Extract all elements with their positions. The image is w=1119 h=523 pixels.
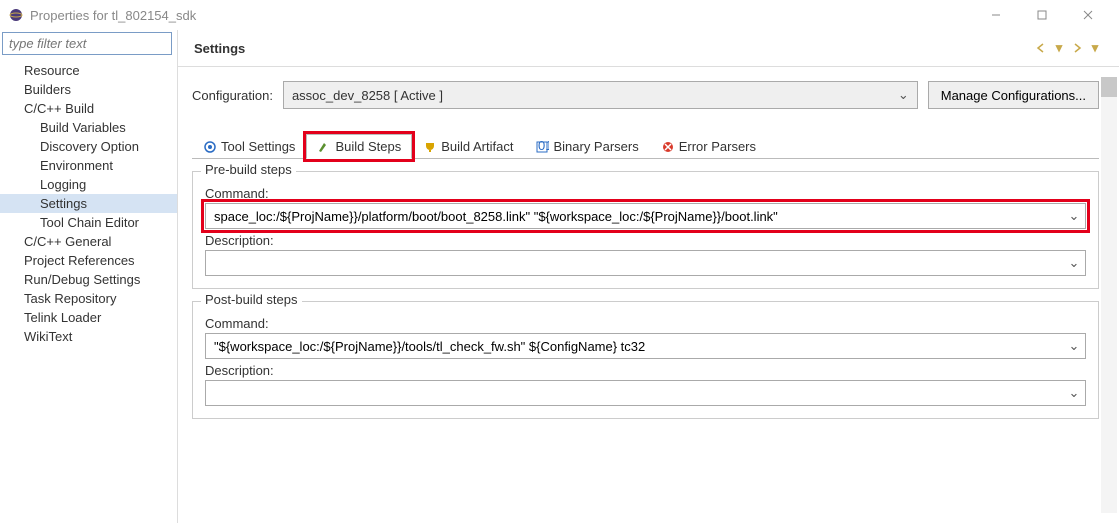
config-select[interactable]: assoc_dev_8258 [ Active ] ⌄ [283, 81, 918, 109]
tree-item-resource[interactable]: Resource [0, 61, 177, 80]
chevron-down-icon: ⌄ [1063, 338, 1085, 354]
scroll-area: Configuration: assoc_dev_8258 [ Active ]… [178, 67, 1119, 523]
chevron-down-icon: ⌄ [1063, 208, 1085, 224]
forward-icon[interactable] [1069, 40, 1085, 56]
tab-label: Build Steps [335, 139, 401, 154]
tree-item-task-repository[interactable]: Task Repository [0, 289, 177, 308]
postbuild-legend: Post-build steps [201, 292, 302, 307]
prebuild-description-label: Description: [205, 233, 1086, 248]
chevron-down-icon: ⌄ [1063, 255, 1085, 271]
tree-item-c-c-build[interactable]: C/C++ Build [0, 99, 177, 118]
tree-item-c-c-general[interactable]: C/C++ General [0, 232, 177, 251]
tab-build-artifact[interactable]: Build Artifact [412, 134, 524, 159]
prebuild-command-field[interactable]: ⌄ [205, 203, 1086, 229]
tree-item-telink-loader[interactable]: Telink Loader [0, 308, 177, 327]
tree-item-run-debug-settings[interactable]: Run/Debug Settings [0, 270, 177, 289]
config-row: Configuration: assoc_dev_8258 [ Active ]… [192, 81, 1099, 109]
postbuild-description-field[interactable]: ⌄ [205, 380, 1086, 406]
window-controls [973, 0, 1111, 30]
postbuild-command-input[interactable] [206, 336, 1063, 357]
postbuild-command-field[interactable]: ⌄ [205, 333, 1086, 359]
config-value: assoc_dev_8258 [ Active ] [292, 88, 898, 103]
tree-item-logging[interactable]: Logging [0, 175, 177, 194]
tree-item-settings[interactable]: Settings [0, 194, 177, 213]
content-area: Settings ▾ ▾ Configuration: assoc_dev_82… [178, 30, 1119, 523]
forward-dropdown-icon[interactable]: ▾ [1087, 40, 1103, 56]
tab-label: Error Parsers [679, 139, 756, 154]
prebuild-command-input[interactable] [206, 206, 1063, 227]
back-icon[interactable] [1033, 40, 1049, 56]
tabs: Tool Settings Build Steps Build Artifact 01… [192, 133, 1099, 159]
postbuild-description-input[interactable] [206, 383, 1063, 404]
svg-text:01: 01 [538, 140, 549, 153]
maximize-button[interactable] [1019, 0, 1065, 30]
scrollbar-thumb[interactable] [1101, 77, 1117, 97]
tab-build-steps[interactable]: Build Steps [306, 134, 412, 159]
tab-binary-parsers[interactable]: 01 Binary Parsers [524, 134, 649, 159]
titlebar: Properties for tl_802154_sdk [0, 0, 1119, 30]
eclipse-icon [8, 7, 24, 23]
tree-item-tool-chain-editor[interactable]: Tool Chain Editor [0, 213, 177, 232]
prebuild-command-label: Command: [205, 186, 1086, 201]
minimize-button[interactable] [973, 0, 1019, 30]
tree-item-environment[interactable]: Environment [0, 156, 177, 175]
tab-tool-settings[interactable]: Tool Settings [192, 134, 306, 159]
page-title: Settings [194, 41, 245, 56]
window-title: Properties for tl_802154_sdk [30, 8, 973, 23]
scrollbar-track[interactable] [1101, 77, 1117, 513]
build-steps-icon [317, 140, 331, 154]
tree-item-builders[interactable]: Builders [0, 80, 177, 99]
prebuild-description-input[interactable] [206, 253, 1063, 274]
prebuild-legend: Pre-build steps [201, 162, 296, 177]
config-label: Configuration: [192, 88, 273, 103]
error-icon [661, 140, 675, 154]
trophy-icon [423, 140, 437, 154]
tree-item-project-references[interactable]: Project References [0, 251, 177, 270]
back-dropdown-icon[interactable]: ▾ [1051, 40, 1067, 56]
chevron-down-icon: ⌄ [898, 87, 909, 103]
tab-label: Binary Parsers [553, 139, 638, 154]
tree-item-wikitext[interactable]: WikiText [0, 327, 177, 346]
manage-configurations-button[interactable]: Manage Configurations... [928, 81, 1099, 109]
sidebar: ResourceBuildersC/C++ BuildBuild Variabl… [0, 30, 178, 523]
postbuild-description-label: Description: [205, 363, 1086, 378]
binary-icon: 01 [535, 140, 549, 154]
nav-history: ▾ ▾ [1033, 40, 1103, 56]
tree-item-build-variables[interactable]: Build Variables [0, 118, 177, 137]
tab-label: Build Artifact [441, 139, 513, 154]
filter-input[interactable] [2, 32, 172, 55]
tab-error-parsers[interactable]: Error Parsers [650, 134, 767, 159]
postbuild-group: Post-build steps Command: ⌄ Description:… [192, 301, 1099, 419]
tool-settings-icon [203, 140, 217, 154]
chevron-down-icon: ⌄ [1063, 385, 1085, 401]
tab-label: Tool Settings [221, 139, 295, 154]
prebuild-description-field[interactable]: ⌄ [205, 250, 1086, 276]
close-button[interactable] [1065, 0, 1111, 30]
page-header: Settings ▾ ▾ [178, 30, 1119, 67]
tree: ResourceBuildersC/C++ BuildBuild Variabl… [0, 57, 177, 350]
prebuild-group: Pre-build steps Command: ⌄ Description: … [192, 171, 1099, 289]
tree-item-discovery-option[interactable]: Discovery Option [0, 137, 177, 156]
postbuild-command-label: Command: [205, 316, 1086, 331]
